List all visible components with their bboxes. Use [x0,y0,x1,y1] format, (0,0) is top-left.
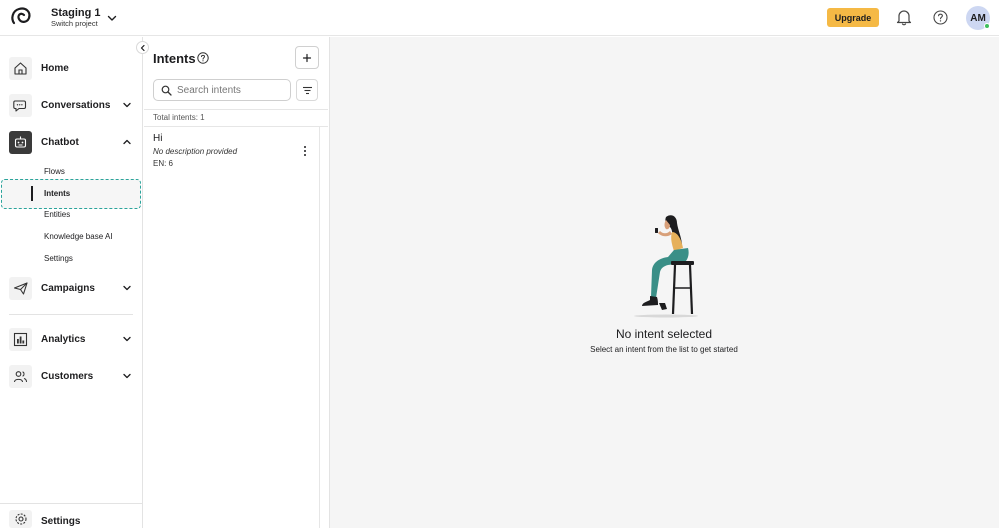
sidebar-item-home[interactable]: Home [0,57,143,83]
sidebar-item-label: Chatbot [41,137,79,148]
robot-icon [9,131,32,154]
sidebar-item-label: Customers [41,371,94,382]
add-intent-button[interactable] [295,46,319,69]
bar-chart-icon [9,328,32,351]
sub-item-entities[interactable]: Entities [44,210,70,219]
chevron-down-icon[interactable] [122,371,132,381]
upgrade-button[interactable]: Upgrade [827,8,879,27]
plus-icon [302,53,312,62]
sub-item-settings[interactable]: Settings [44,254,73,263]
project-name: Staging 1 [51,7,101,19]
sidebar-item-label: Home [41,63,69,74]
sidebar-divider [9,314,133,315]
gear-icon [9,510,32,528]
search-icon [161,85,172,96]
chevron-down-icon[interactable] [122,334,132,344]
sidebar-item-customers[interactable]: Customers [0,365,143,391]
search-box [153,79,291,101]
logo-icon[interactable] [10,6,32,28]
sub-item-intents-highlight[interactable] [1,179,141,209]
more-options-icon[interactable] [300,145,310,157]
chevron-left-icon [140,44,145,51]
sidebar-item-settings[interactable]: Settings [0,510,143,528]
top-bar: Staging 1 Switch project Upgrade AM [0,0,999,36]
intent-description: No description provided [153,147,238,156]
total-intents-label: Total intents: 1 [153,113,205,122]
online-status-dot [984,23,990,29]
chevron-down-icon[interactable] [122,100,132,110]
sidebar-item-label: Settings [41,516,81,527]
sidebar-item-analytics[interactable]: Analytics [0,328,143,354]
sidebar-item-label: Conversations [41,100,111,111]
divider [144,109,328,110]
empty-state-subtitle: Select an intent from the list to get st… [590,345,738,354]
sub-item-flows[interactable]: Flows [44,167,65,176]
project-switcher[interactable]: Staging 1 Switch project [51,7,101,28]
sort-icon [302,86,312,94]
intent-name[interactable]: Hi [153,133,162,144]
intents-title: Intents [153,51,196,66]
sort-button[interactable] [296,79,318,101]
active-indicator [31,186,33,201]
search-input[interactable] [177,83,287,97]
help-icon[interactable] [933,10,948,25]
chevron-down-icon[interactable] [106,12,118,24]
sidebar-item-chatbot[interactable]: Chatbot [0,131,143,157]
intents-panel [144,37,328,528]
collapse-sidebar-button[interactable] [136,41,149,54]
chevron-down-icon[interactable] [122,283,132,293]
intent-language-count: EN: 6 [153,159,174,168]
switch-project-label: Switch project [51,19,98,28]
sidebar-item-label: Campaigns [41,283,95,294]
sidebar-item-conversations[interactable]: Conversations [0,94,143,120]
home-icon [9,57,32,80]
chat-bubbles-icon [9,94,32,117]
divider [319,127,320,528]
sub-item-intents[interactable]: Intents [44,189,70,198]
chevron-up-icon[interactable] [122,137,132,147]
bell-icon[interactable] [896,9,912,26]
paper-plane-icon [9,277,32,300]
sidebar-item-campaigns[interactable]: Campaigns [0,277,143,303]
sidebar-item-label: Analytics [41,334,86,345]
users-icon [9,365,32,388]
empty-state-title: No intent selected [615,327,713,341]
sub-item-knowledge-base-ai[interactable]: Knowledge base AI [44,232,113,241]
help-icon[interactable] [197,52,209,64]
sitting-woman-illustration [634,215,698,318]
